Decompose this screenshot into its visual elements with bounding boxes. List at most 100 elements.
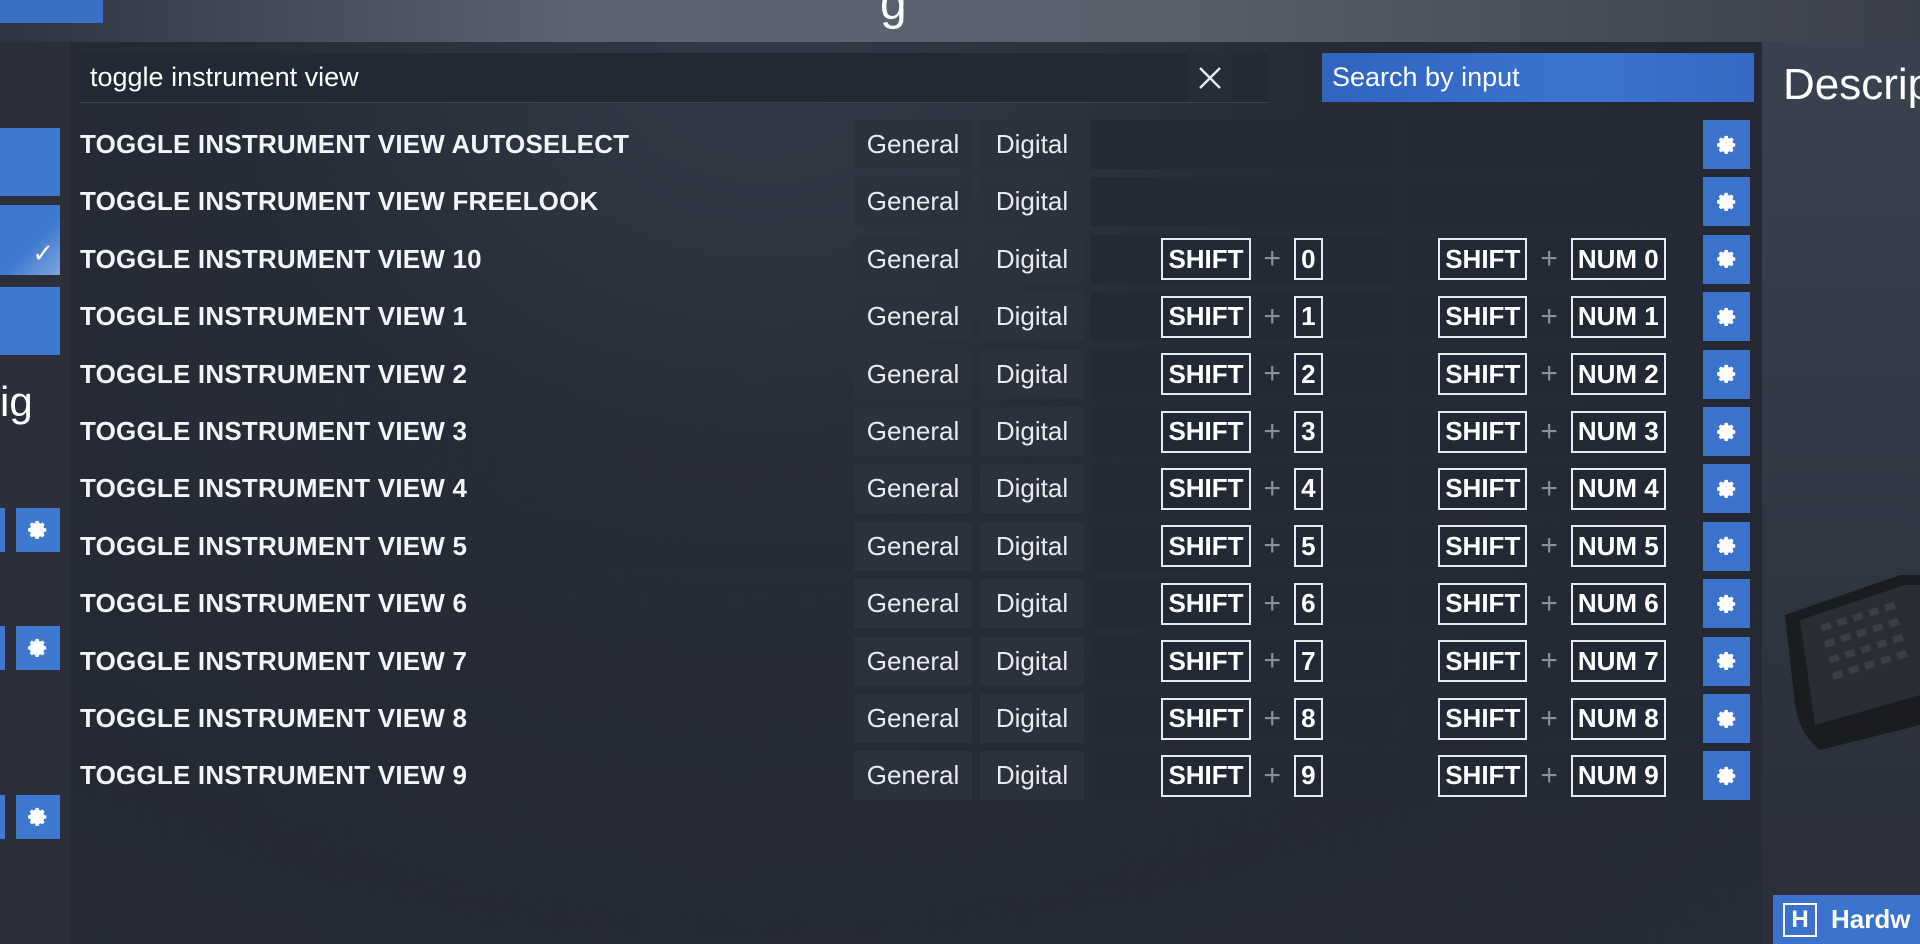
binding-row[interactable]: TOGGLE INSTRUMENT VIEW 2 General Digital SH… [70,349,1770,399]
binding-name: TOGGLE INSTRUMENT VIEW 5 [80,530,468,561]
sidebar-gear-button[interactable] [16,795,60,839]
binding-settings-button[interactable] [1703,177,1750,227]
secondary-binding-slot[interactable] [1401,177,1703,227]
binding-category: General [854,636,972,686]
secondary-binding-slot[interactable]: SHIFT + NUM 2 [1401,349,1703,399]
plus-icon: + [1263,299,1282,333]
key-cap: NUM 5 [1570,525,1666,568]
hardware-tab-label: Hardw [1831,904,1911,934]
key-combo: SHIFT +9 [1161,754,1323,797]
key-cap: SHIFT [1161,295,1251,338]
binding-row[interactable]: TOGGLE INSTRUMENT VIEW 5 General Digital SH… [70,521,1770,571]
binding-type: Digital [980,694,1084,743]
binding-settings-button[interactable] [1703,521,1750,571]
close-icon [1199,66,1221,89]
plus-icon: + [1540,529,1558,563]
binding-row[interactable]: TOGGLE INSTRUMENT VIEW 9 General Digital SH… [70,751,1770,801]
key-cap: SHIFT [1438,467,1528,510]
binding-settings-button[interactable] [1703,349,1750,399]
secondary-binding-slot[interactable]: SHIFT + NUM 4 [1401,464,1703,514]
plus-icon: + [1263,471,1282,505]
binding-row[interactable]: TOGGLE INSTRUMENT VIEW 7 General Digital SH… [70,636,1770,686]
secondary-binding-slot[interactable]: SHIFT + NUM 0 [1401,234,1703,284]
search-clear-button[interactable] [1188,53,1232,102]
gear-icon [1716,134,1738,156]
secondary-binding-slot[interactable]: SHIFT + NUM 3 [1401,407,1703,456]
binding-row[interactable]: TOGGLE INSTRUMENT VIEW 10 General Digital S… [70,234,1770,284]
binding-name: TOGGLE INSTRUMENT VIEW 1 [80,301,468,332]
binding-category: General [854,579,972,629]
primary-binding-slot[interactable]: SHIFT +3 [1091,407,1393,456]
sidebar-label: ig [0,378,33,425]
binding-row[interactable]: TOGGLE INSTRUMENT VIEW 6 General Digital SH… [70,579,1770,629]
sidebar-device-tile[interactable] [0,287,60,355]
secondary-binding-slot[interactable]: SHIFT + NUM 5 [1401,521,1703,571]
sidebar-device-tile[interactable] [0,128,60,196]
primary-binding-slot[interactable]: SHIFT +9 [1091,751,1393,801]
binding-row[interactable]: TOGGLE INSTRUMENT VIEW FREELOOK General Di… [70,177,1770,227]
primary-binding-slot[interactable]: SHIFT +0 [1091,234,1393,284]
gear-icon [1716,248,1738,270]
plus-icon: + [1263,586,1282,620]
primary-binding-slot[interactable]: SHIFT +8 [1091,694,1393,743]
key-cap: SHIFT [1161,754,1251,797]
secondary-binding-slot[interactable]: SHIFT + NUM 7 [1401,636,1703,686]
binding-settings-button[interactable] [1703,464,1750,514]
binding-category: General [854,234,972,284]
binding-settings-button[interactable] [1703,234,1750,284]
binding-settings-button[interactable] [1703,292,1750,342]
sidebar-item-edge[interactable] [0,508,5,552]
key-cap: 8 [1294,697,1323,740]
binding-settings-button[interactable] [1703,407,1750,456]
primary-binding-slot[interactable] [1091,177,1393,227]
sidebar-item-edge[interactable] [0,795,5,839]
binding-row[interactable]: TOGGLE INSTRUMENT VIEW 4 General Digital SH… [70,464,1770,514]
binding-settings-button[interactable] [1703,120,1750,169]
binding-row[interactable]: TOGGLE INSTRUMENT VIEW 8 General Digital SH… [70,694,1770,743]
key-combo: SHIFT + NUM 0 [1438,238,1666,281]
key-cap: 7 [1294,640,1323,683]
plus-icon: + [1540,357,1558,391]
binding-settings-button[interactable] [1703,579,1750,629]
secondary-binding-slot[interactable]: SHIFT + NUM 8 [1401,694,1703,743]
plus-icon: + [1263,357,1282,391]
primary-binding-slot[interactable] [1091,120,1393,169]
primary-binding-slot[interactable]: SHIFT +4 [1091,464,1393,514]
key-combo: SHIFT +4 [1161,467,1323,510]
hardware-tab[interactable]: H Hardw [1773,895,1920,944]
checkmark-icon: ✓ [32,238,54,268]
binding-row[interactable]: TOGGLE INSTRUMENT VIEW AUTOSELECT General… [70,120,1770,169]
sidebar-device-tile-selected[interactable]: ✓ [0,205,60,275]
binding-row[interactable]: TOGGLE INSTRUMENT VIEW 3 General Digital SH… [70,407,1770,456]
sidebar-gear-button[interactable] [16,508,60,552]
menu-tab-corner[interactable] [0,0,103,23]
binding-category: General [854,292,972,342]
gear-icon [1716,650,1738,672]
primary-binding-slot[interactable]: SHIFT +7 [1091,636,1393,686]
primary-binding-slot[interactable]: SHIFT +1 [1091,292,1393,342]
secondary-binding-slot[interactable]: SHIFT + NUM 6 [1401,579,1703,629]
key-cap: 6 [1294,582,1323,625]
secondary-binding-slot[interactable]: SHIFT + NUM 9 [1401,751,1703,801]
secondary-binding-slot[interactable]: SHIFT + NUM 1 [1401,292,1703,342]
binding-settings-button[interactable] [1703,636,1750,686]
sidebar-item-edge[interactable] [0,626,5,670]
binding-row[interactable]: TOGGLE INSTRUMENT VIEW 1 General Digital SH… [70,292,1770,342]
key-combo: SHIFT + NUM 5 [1438,525,1666,568]
sidebar-gear-button[interactable] [16,626,60,670]
primary-binding-slot[interactable]: SHIFT +6 [1091,579,1393,629]
binding-settings-button[interactable] [1703,751,1750,801]
search-by-input-button[interactable]: Search by input [1322,53,1754,102]
primary-binding-slot[interactable]: SHIFT +2 [1091,349,1393,399]
binding-category: General [854,751,972,801]
key-combo: SHIFT + NUM 7 [1438,640,1666,683]
plus-icon: + [1263,644,1282,678]
primary-binding-slot[interactable]: SHIFT +5 [1091,521,1393,571]
search-bar [80,53,1268,103]
binding-category: General [854,694,972,743]
binding-category: General [854,464,972,514]
search-input[interactable] [80,53,1180,102]
secondary-binding-slot[interactable] [1401,120,1703,169]
key-cap: NUM 7 [1570,640,1666,683]
binding-settings-button[interactable] [1703,694,1750,743]
